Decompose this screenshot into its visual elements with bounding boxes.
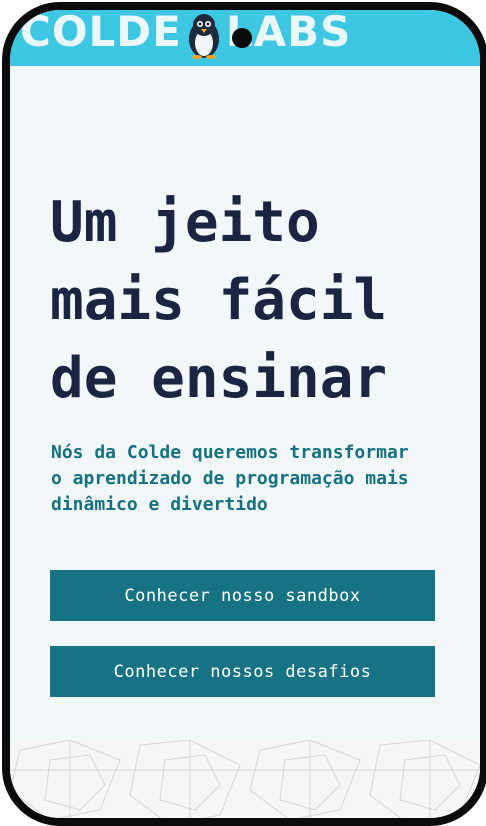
hero-title: Um jeito mais fácil de ensinar xyxy=(50,190,388,411)
hero-section: Um jeito mais fácil de ensinar Nós da Co… xyxy=(10,66,480,740)
logo-text-left: COLDE xyxy=(20,7,182,56)
logo[interactable]: COLDE LABS xyxy=(20,7,351,60)
header: COLDE LABS xyxy=(10,10,480,66)
sandbox-button[interactable]: Conhecer nosso sandbox xyxy=(50,570,435,621)
camera-notch xyxy=(232,28,252,48)
desafios-button[interactable]: Conhecer nossos desafios xyxy=(50,646,435,697)
penguin-icon xyxy=(184,11,224,59)
phone-frame: COLDE LABS Um jeito mais fácil de ensina… xyxy=(2,2,486,826)
hero-subtitle: Nós da Colde queremos transformar o apre… xyxy=(51,442,409,515)
footer-pattern xyxy=(10,739,480,818)
geometric-pattern-icon xyxy=(10,739,480,818)
